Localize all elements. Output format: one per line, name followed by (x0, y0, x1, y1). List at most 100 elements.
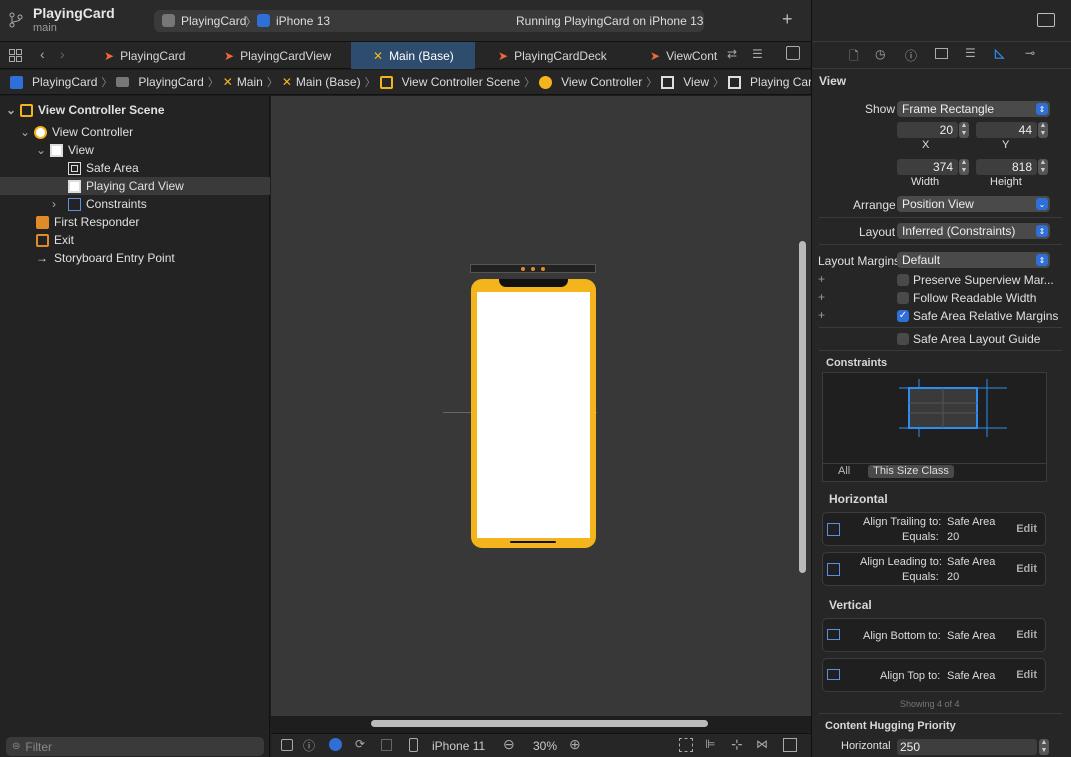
accessibility-icon[interactable]: ⓘ (303, 737, 315, 754)
outline-scene[interactable]: ⌄ View Controller Scene (0, 101, 270, 119)
constraint-top[interactable]: Align Top to: Safe Area Edit (822, 658, 1046, 692)
storyboard-canvas[interactable] (271, 96, 811, 727)
crumb-view-controller[interactable]: View Controller (539, 75, 642, 89)
zoom-in-icon[interactable]: ⊕ (569, 736, 581, 753)
update-frames-icon[interactable] (679, 738, 693, 752)
file-inspector-icon[interactable]: 🗋 (849, 47, 859, 68)
attributes-icon[interactable]: ☰ (965, 46, 976, 60)
swap-icon[interactable]: ⇄ (727, 47, 737, 61)
edit-button[interactable]: Edit (1016, 629, 1037, 641)
add-editor-icon[interactable] (786, 46, 800, 60)
filter-field[interactable]: ⊜ Filter (6, 737, 264, 756)
scheme-bar[interactable]: PlayingCard 〉 iPhone 13 Running PlayingC… (154, 10, 704, 32)
height-stepper[interactable]: ▲ ▼ (1038, 159, 1048, 175)
constraint-trailing[interactable]: Align Trailing to: Safe Area Equals: 20 … (822, 512, 1046, 546)
width-field[interactable]: 374 (897, 159, 958, 175)
scene-icon (20, 103, 33, 117)
connections-icon[interactable]: ⊸ (1025, 46, 1035, 60)
device-name[interactable]: iPhone 11 (432, 739, 485, 753)
outline-entry-point[interactable]: → Storyboard Entry Point (0, 249, 270, 267)
add-constraints-icon[interactable]: ⊹ (731, 736, 743, 753)
disclosure-open-icon: ⌄ (6, 103, 17, 117)
history-icon[interactable]: ◷ (875, 47, 885, 61)
scheme-device[interactable]: iPhone 13 (276, 14, 330, 28)
add-variation-icon[interactable]: + (818, 290, 825, 304)
arrange-popup[interactable]: Position View ⌄ (897, 196, 1050, 212)
crumb-main[interactable]: ✕ Main (223, 75, 263, 89)
show-popup[interactable]: Frame Rectangle ⇕ (897, 101, 1050, 117)
edit-button[interactable]: Edit (1016, 523, 1037, 535)
rotate-icon[interactable]: ⟳ (355, 737, 365, 751)
tab-playingcard[interactable]: ➤ PlayingCard (80, 42, 190, 69)
constraint-leading[interactable]: Align Leading to: Safe Area Equals: 20 E… (822, 552, 1046, 586)
margins-popup[interactable]: Default ⇕ (897, 252, 1050, 268)
size-class-button[interactable]: This Size Class (868, 465, 954, 478)
tab-playingcardview[interactable]: ➤ PlayingCardView (196, 42, 346, 69)
crumb-view[interactable]: View (661, 75, 709, 89)
layout-popup[interactable]: Inferred (Constraints) ⇕ (897, 223, 1050, 239)
y-stepper[interactable]: ▲ ▼ (1038, 122, 1048, 138)
outline-first-responder[interactable]: First Responder (0, 213, 270, 231)
outline-playing-card-view[interactable]: Playing Card View (0, 177, 270, 195)
readable-checkbox[interactable] (897, 292, 909, 304)
add-icon[interactable]: + (782, 9, 793, 30)
hugging-stepper[interactable]: ▲ ▼ (1039, 739, 1049, 755)
height-field[interactable]: 818 (976, 159, 1037, 175)
split-icon[interactable] (381, 739, 392, 751)
constraint-bottom[interactable]: Align Bottom to: Safe Area Edit (822, 618, 1046, 652)
y-field[interactable]: 44 (976, 122, 1037, 138)
phone-frame[interactable] (471, 279, 596, 548)
outline-constraints[interactable]: › Constraints (0, 195, 270, 213)
add-variation-icon[interactable]: + (818, 272, 825, 286)
appearance-icon[interactable] (329, 738, 342, 751)
outline-exit[interactable]: Exit (0, 231, 270, 249)
scene-dock[interactable] (470, 264, 596, 273)
inspector-toggle-icon[interactable] (1037, 13, 1055, 27)
embed-icon[interactable] (783, 738, 797, 752)
edit-button[interactable]: Edit (1016, 669, 1037, 681)
help-icon[interactable]: ⓘ (905, 47, 917, 64)
exit-icon (36, 233, 49, 247)
edit-button[interactable]: Edit (1016, 563, 1037, 575)
chevron-right-icon: 〉 (245, 15, 258, 29)
identity-icon[interactable] (935, 48, 948, 59)
outline-toggle-icon[interactable] (281, 739, 293, 751)
safe-margins-checkbox[interactable]: ✓ (897, 310, 909, 322)
crumb-main-base[interactable]: ✕ Main (Base) (282, 75, 361, 89)
back-icon[interactable]: ‹ (40, 46, 45, 62)
x-stepper[interactable]: ▲ ▼ (959, 122, 969, 138)
zoom-level[interactable]: 30% (533, 739, 557, 753)
all-button[interactable]: All (838, 465, 850, 477)
x-field[interactable]: 20 (897, 122, 958, 138)
align-icon[interactable]: ⊫ (705, 737, 715, 751)
vertical-scrollbar[interactable] (799, 241, 806, 573)
forward-icon[interactable]: › (60, 46, 65, 62)
device-icon[interactable] (409, 738, 418, 752)
crumb-scene[interactable]: View Controller Scene (379, 75, 520, 89)
tab-playingcarddeck[interactable]: ➤ PlayingCardDeck (476, 42, 626, 69)
safe-guide-checkbox[interactable] (897, 333, 909, 345)
lines-icon[interactable]: ☰ (752, 47, 763, 61)
horizontal-scrollbar[interactable] (371, 720, 708, 727)
zoom-out-icon[interactable]: ⊖ (503, 736, 515, 753)
width-stepper[interactable]: ▲ ▼ (959, 159, 969, 175)
resolve-issues-icon[interactable]: ⋈ (756, 737, 768, 751)
grid-icon[interactable] (9, 49, 22, 62)
outline-safe-area[interactable]: Safe Area (0, 159, 270, 177)
crumb-folder[interactable]: PlayingCard (116, 75, 204, 89)
add-variation-icon[interactable]: + (818, 308, 825, 322)
outline-view[interactable]: ⌄ View (0, 141, 270, 159)
outline-view-controller[interactable]: ⌄ View Controller (0, 123, 270, 141)
preserve-checkbox[interactable] (897, 274, 909, 286)
constraints-diagram-graphic (899, 379, 1007, 437)
tab-viewcontroller[interactable]: ➤ ViewCont (632, 42, 720, 69)
crumb-project[interactable]: PlayingCard (10, 75, 97, 89)
scheme-target[interactable]: PlayingCard (181, 14, 246, 28)
hugging-horizontal-field[interactable]: 250 (897, 739, 1037, 755)
size-inspector-icon[interactable]: ◺ (995, 46, 1004, 60)
constraints-diagram[interactable]: All This Size Class (822, 372, 1047, 482)
crumb-playing-card-view[interactable]: Playing Card View (728, 75, 811, 89)
playing-card-view[interactable] (477, 292, 590, 538)
tab-main-base[interactable]: ✕ Main (Base) (351, 42, 475, 69)
y-label: Y (1002, 139, 1010, 151)
